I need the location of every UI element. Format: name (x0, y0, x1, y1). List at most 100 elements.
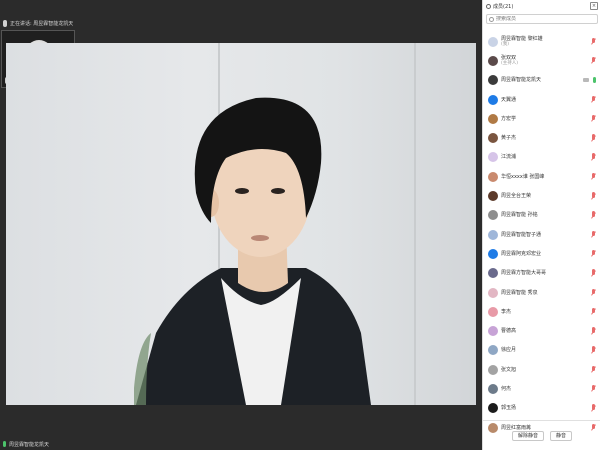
participant-status-icons (583, 77, 596, 84)
mic-muted-icon[interactable] (590, 56, 596, 65)
participant-name: 李杰 (501, 308, 512, 315)
mic-muted-icon[interactable] (590, 153, 596, 161)
mic-muted-icon[interactable] (590, 134, 596, 142)
participant-name: 郭玉扬 (501, 405, 517, 412)
mic-muted-icon[interactable] (590, 114, 596, 123)
mic-muted-icon[interactable] (590, 230, 596, 239)
participant-list: 周昱霖智能 黎红雄 (我) 张双双 (主持人) 周昱霖智能龙凯天天翼通方宏学黄子杰江流浦… (483, 32, 600, 437)
speaker-video-image (134, 97, 371, 405)
avatar (488, 55, 498, 66)
mic-muted-icon[interactable] (590, 211, 596, 219)
participant-row[interactable]: 曹德高 (483, 321, 600, 340)
mic-muted-icon[interactable] (590, 37, 596, 46)
speaking-text: 正在讲话: 周昱霖智能龙凯天 (10, 20, 74, 27)
avatar (488, 94, 498, 105)
avatar (488, 306, 498, 317)
mic-muted-icon[interactable] (590, 172, 596, 181)
avatar (488, 268, 498, 279)
participant-row[interactable]: 方宏学 (483, 109, 600, 128)
participant-name: 徐应月 (501, 347, 517, 354)
mic-muted-icon[interactable] (590, 327, 596, 335)
mic-muted-icon[interactable] (590, 307, 596, 316)
participant-row[interactable]: 黄子杰 (483, 128, 600, 147)
participant-status-icons (590, 365, 596, 374)
participant-status-icons (590, 288, 596, 297)
participant-row[interactable]: 周昱霖智能智子通 (483, 225, 600, 244)
active-speaker-label: 周昱霖智能龙凯天 (0, 438, 482, 450)
avatar (488, 364, 498, 375)
mic-muted-icon[interactable] (590, 288, 596, 297)
person-icon (486, 3, 491, 9)
participant-row[interactable]: 周昱全台王荣 (483, 186, 600, 205)
participant-name: 方宏学 (501, 115, 517, 122)
participant-row[interactable]: 张双双 (主持人) (483, 51, 600, 70)
participant-name: 何杰 (501, 385, 512, 392)
mic-muted-icon[interactable] (590, 192, 596, 200)
avatar (488, 36, 498, 47)
participant-name: 张文旭 (501, 366, 517, 373)
participant-row[interactable]: 张文旭 (483, 360, 600, 379)
search-box[interactable] (486, 14, 598, 24)
participant-name: 周昱霖智能 孙铭 (501, 212, 538, 219)
avatar (488, 287, 498, 298)
mic-muted-icon[interactable] (590, 365, 596, 374)
participant-status-icons (590, 172, 596, 181)
mic-on-icon[interactable] (593, 77, 596, 84)
participant-row[interactable]: 何杰 (483, 379, 600, 398)
participant-role: (主持人) (501, 60, 519, 66)
mic-on-icon (3, 441, 6, 447)
search-input[interactable] (496, 16, 596, 22)
participant-row[interactable]: 周昱霖智能 秀泉 (483, 283, 600, 302)
participant-row[interactable]: 徐应月 (483, 341, 600, 360)
participant-status-icons (590, 327, 596, 335)
participant-status-icons (590, 56, 596, 65)
mic-muted-icon[interactable] (590, 95, 596, 104)
participant-status-icons (590, 211, 596, 219)
video-area: 正在讲话: 周昱霖智能龙凯天 周昱霖智能 黎红雄 (0, 0, 482, 450)
speaking-indicator: 正在讲话: 周昱霖智能龙凯天 (3, 18, 73, 28)
avatar (488, 210, 498, 221)
participant-row[interactable]: 周昱霖智能 孙铭 (483, 206, 600, 225)
avatar (488, 403, 498, 414)
participant-name: 曹德高 (501, 328, 517, 335)
avatar (488, 152, 498, 163)
participant-row[interactable]: 周昱霖阿克邓宏业 (483, 244, 600, 263)
main-video-feed[interactable] (6, 43, 476, 405)
participant-row[interactable]: 周昱霖智能龙凯天 (483, 71, 600, 90)
participant-row[interactable]: 华恒xxxx谁 张国峰 (483, 167, 600, 186)
mic-muted-icon[interactable] (590, 384, 596, 393)
participant-name: 黄子杰 (501, 135, 517, 142)
participant-status-icons (590, 230, 596, 239)
mic-muted-icon[interactable] (590, 404, 596, 412)
active-speaker-name: 周昱霖智能龙凯天 (9, 441, 50, 448)
avatar (488, 383, 498, 394)
mic-muted-icon[interactable] (590, 269, 596, 277)
participant-status-icons (590, 384, 596, 393)
mic-muted-icon[interactable] (590, 346, 596, 354)
search-icon (489, 16, 494, 22)
participant-status-icons (590, 192, 596, 200)
participant-name: 周昱霖方智能大哥哥 (501, 270, 547, 277)
participant-row[interactable]: 天翼通 (483, 90, 600, 109)
participant-row[interactable]: 郭玉扬 (483, 399, 600, 418)
camera-icon[interactable] (583, 78, 589, 83)
participant-name: 周昱全台王荣 (501, 193, 532, 200)
participant-row[interactable]: 江流浦 (483, 148, 600, 167)
participant-row[interactable]: 周昱霖方智能大哥哥 (483, 264, 600, 283)
close-icon[interactable]: × (590, 2, 598, 10)
mute-all-button[interactable]: 静音 (550, 430, 573, 441)
participant-status-icons (590, 269, 596, 277)
participant-role: (我) (501, 41, 510, 47)
participant-name: 周昱霖智能龙凯天 (501, 77, 542, 84)
avatar (488, 171, 498, 182)
participant-row[interactable]: 周昱霖智能 黎红雄 (我) (483, 32, 600, 51)
avatar (488, 191, 498, 202)
mic-muted-icon[interactable] (590, 249, 596, 258)
participant-status-icons (590, 114, 596, 123)
mic-icon (3, 19, 7, 27)
participant-row[interactable]: 李杰 (483, 302, 600, 321)
participant-name: 江流浦 (501, 154, 517, 161)
unmute-all-button[interactable]: 解除静音 (511, 430, 544, 441)
panel-title: 成员(21) (493, 3, 514, 10)
participants-panel: 成员(21) × 周昱霖智能 黎红雄(我)张双双(主持人) 周昱霖智能龙凯天天翼通… (482, 0, 600, 450)
